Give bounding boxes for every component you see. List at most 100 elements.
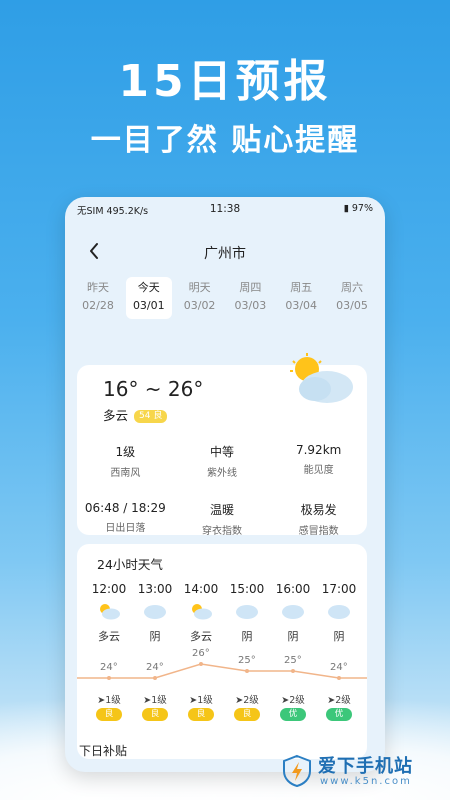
wind-level: 2级 [243,695,259,706]
battery-level: 97% [351,203,373,214]
day-selector: 昨天 02/28 今天 03/01 明天 03/02 周四 03/03 周五 03/04 周六 03/… [75,277,375,319]
day-tab[interactable]: 今天 03/01 [125,277,172,319]
temp-line [77,663,367,679]
hour-condition: 多云 [98,630,120,643]
day-date: 02/28 [82,299,114,312]
hourly-card: 24小时天气 12:00 多云 13:00 阴 14:00 多云 15:00 阴 16:00 阴 1… [77,544,367,759]
day-name: 周六 [340,281,363,294]
today-card: 16° ~ 26° 多云 54 良 1级 西南风 中等 紫外线 7.92km 能见度 06:4… [77,353,367,537]
lightning-shield-icon [283,754,311,788]
temp-point [291,669,295,673]
stat-item: 1级 西南风 [77,443,174,479]
aqi-badge[interactable]: 54 良 [134,410,168,423]
wind-level: 2级 [289,695,305,706]
hour-condition: 多云 [190,630,212,643]
hour-time: 12:00 [91,582,127,596]
cloudy-icon [328,605,350,619]
hour-aqi-badge: 良 [96,708,122,721]
hour-wind: ➤1级 [133,692,177,706]
day-tab[interactable]: 周五 03/04 [278,277,324,319]
day-tab[interactable]: 周四 03/03 [227,277,273,319]
partly-cloudy-icon [290,353,353,403]
wind-arrow-icon: ➤ [97,695,106,706]
day-name: 昨天 [87,281,109,294]
day-name: 今天 [137,281,160,294]
next-section-title: 下日补贴 [79,744,128,758]
stat-item: 温暖 穿衣指数 [174,501,271,537]
hour-wind: ➤2级 [271,692,315,706]
hour-temp: 25° [284,655,302,666]
stat-label: 能见度 [303,465,334,476]
day-date: 03/04 [285,299,318,312]
hourly-title: 24小时天气 [97,557,163,572]
wind-arrow-icon: ➤ [327,695,336,706]
stat-item: 7.92km 能见度 [270,443,367,479]
day-tab[interactable]: 明天 03/02 [177,277,223,319]
hour-aqi-badge: 良 [188,708,214,721]
hour-temp: 24° [146,662,164,673]
cloudy-icon [236,605,258,619]
hour-temp: 24° [100,662,118,673]
temp-point [337,676,341,680]
day-date: 03/05 [336,299,368,312]
hour-time: 13:00 [137,582,173,596]
temp-point [199,662,203,666]
stat-label: 紫外线 [206,468,237,479]
status-right: ▮ 97% [344,203,373,214]
day-tab[interactable]: 周六 03/05 [329,277,375,319]
stat-value: 06:48 / 18:29 [84,501,166,515]
hour-aqi-badge: 良 [142,708,168,721]
hour-column: 16:00 阴 [273,582,313,644]
hour-condition: 阴 [241,630,253,643]
hour-time: 16:00 [275,582,311,596]
stat-value: 温暖 [209,503,234,517]
cloudy-icon [282,605,304,619]
temp-point [153,676,157,680]
wind-arrow-icon: ➤ [281,695,290,706]
stat-item: 中等 紫外线 [174,443,271,479]
promo-title: 15日预报 [118,56,332,107]
hour-wind: ➤1级 [87,692,131,706]
day-tab[interactable]: 昨天 02/28 [75,277,121,319]
hour-aqi-badge: 优 [280,708,306,721]
hourly-temp-line [77,662,367,680]
phone-screen: 无SIM 495.2K/s 11:38 ▮ 97% 广州市 昨天 02/28 今天 0… [65,197,385,772]
stat-item: 06:48 / 18:29 日出日落 [77,501,174,537]
day-name: 周五 [290,281,313,294]
stat-item: 极易发 感冒指数 [270,501,367,537]
stat-value: 极易发 [300,503,337,517]
wind-arrow-icon: ➤ [189,695,198,706]
hour-temp: 26° [192,648,210,659]
hour-aqi-badge: 优 [326,708,352,721]
day-date: 03/02 [183,299,216,312]
day-name: 周四 [239,281,262,294]
hour-condition: 阴 [333,630,345,643]
stat-value: 中等 [209,445,234,459]
stats-grid: 1级 西南风 中等 紫外线 7.92km 能见度 06:48 / 18:29 日出日落 温暖 穿衣… [77,443,367,537]
hour-condition: 阴 [149,630,161,643]
wind-arrow-icon: ➤ [235,695,244,706]
hour-wind: ➤2级 [225,692,269,706]
hour-column: 17:00 阴 [319,582,359,644]
hour-time: 14:00 [183,582,219,596]
hour-column: 14:00 多云 [181,582,221,644]
partly-cloudy-icon [100,604,120,620]
status-bar: 无SIM 495.2K/s 11:38 ▮ 97% [65,197,385,221]
hour-column: 13:00 阴 [135,582,175,644]
stat-label: 穿衣指数 [201,526,242,537]
day-date: 03/03 [234,299,267,312]
site-watermark: 爱下手机站 www.k5n.com [280,750,440,794]
battery-icon: ▮ [343,203,349,214]
stat-label: 日出日落 [105,523,146,534]
wind-arrow-icon: ➤ [143,695,152,706]
hour-temp: 25° [238,655,256,666]
watermark-url: www.k5n.com [320,776,412,787]
wind-level: 1级 [105,695,121,706]
day-name: 明天 [188,281,211,294]
wind-level: 1级 [197,695,213,706]
navbar: 广州市 [65,237,385,267]
status-time: 11:38 [209,203,241,215]
cloudy-icon [144,605,166,619]
hour-wind: ➤1级 [179,692,223,706]
hour-column: 12:00 多云 [89,582,129,644]
